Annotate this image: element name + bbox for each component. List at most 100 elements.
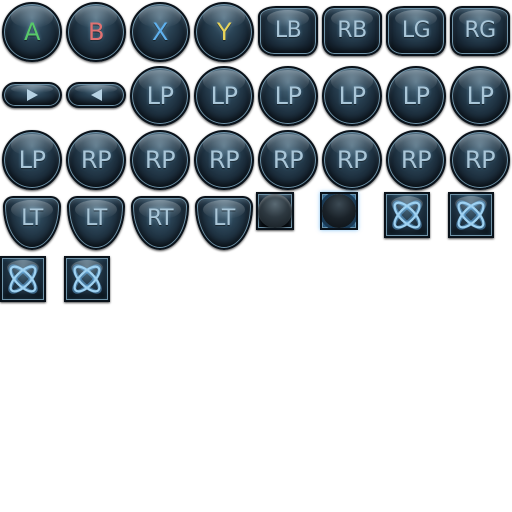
y-button-label: Y xyxy=(216,18,232,46)
guide-atom-icon xyxy=(8,264,38,294)
lb-button-label: LB xyxy=(274,18,302,43)
lt-2-button-label: LT xyxy=(85,206,107,231)
rp-5-button[interactable]: RP xyxy=(322,130,382,190)
rp-4-button[interactable]: RP xyxy=(258,130,318,190)
lg-button-label: LG xyxy=(401,18,431,43)
guide-4-button[interactable] xyxy=(64,256,110,302)
lp-6-button[interactable]: LP xyxy=(450,66,510,126)
sprite-cell-lp-7: LP xyxy=(0,128,64,192)
lp-2-button[interactable]: LP xyxy=(194,66,254,126)
rt-button[interactable]: RT xyxy=(131,196,189,250)
guide-3-button[interactable] xyxy=(0,256,46,302)
rb-button[interactable]: RB xyxy=(322,6,382,56)
rp-6-button-label: RP xyxy=(400,146,432,174)
sprite-cell-stick-ring xyxy=(320,192,384,256)
start-button[interactable] xyxy=(2,82,62,108)
stick-ring-button[interactable] xyxy=(320,192,358,230)
lp-7-button[interactable]: LP xyxy=(2,130,62,190)
rp-7-button[interactable]: RP xyxy=(450,130,510,190)
sprite-cell-guide-1 xyxy=(384,192,448,256)
rp-7-button-label: RP xyxy=(464,146,496,174)
rp-3-button-label: RP xyxy=(208,146,240,174)
lb-button[interactable]: LB xyxy=(258,6,318,56)
guide-atom-icon xyxy=(456,200,486,230)
sprite-cell-guide-2 xyxy=(448,192,512,256)
guide-2-button[interactable] xyxy=(448,192,494,238)
rg-button-label: RG xyxy=(464,18,496,43)
sprite-cell-lb: LB xyxy=(256,0,320,64)
sprite-cell-b: B xyxy=(64,0,128,64)
b-button[interactable]: B xyxy=(66,2,126,62)
sprite-cell-rp-4: RP xyxy=(256,128,320,192)
lt-2-button[interactable]: LT xyxy=(67,196,125,250)
sprite-cell-a: A xyxy=(0,0,64,64)
sprite-cell-guide-3 xyxy=(0,256,64,320)
sprite-cell-lp-4: LP xyxy=(320,64,384,128)
rp-5-button-label: RP xyxy=(336,146,368,174)
guide-1-button[interactable] xyxy=(384,192,430,238)
back-button[interactable] xyxy=(66,82,126,108)
sprite-cell-lp-6: LP xyxy=(448,64,512,128)
lp-4-button-label: LP xyxy=(338,82,366,110)
lp-3-button[interactable]: LP xyxy=(258,66,318,126)
sprite-cell-back xyxy=(64,64,128,128)
a-button-label: A xyxy=(24,18,40,46)
lt-3-button[interactable]: LT xyxy=(195,196,253,250)
sprite-cell-lp-1: LP xyxy=(128,64,192,128)
lg-button[interactable]: LG xyxy=(386,6,446,56)
a-button[interactable]: A xyxy=(2,2,62,62)
sprite-cell-lp-3: LP xyxy=(256,64,320,128)
rp-4-button-label: RP xyxy=(272,146,304,174)
lp-5-button[interactable]: LP xyxy=(386,66,446,126)
sprite-cell-start xyxy=(0,64,64,128)
sprite-cell-lg: LG xyxy=(384,0,448,64)
rp-2-button-label: RP xyxy=(144,146,176,174)
thumbstick-pressed-icon xyxy=(322,194,356,228)
sprite-cell-rp-5: RP xyxy=(320,128,384,192)
lt-3-button-label: LT xyxy=(213,206,235,231)
guide-atom-icon xyxy=(392,200,422,230)
lt-1-button-label: LT xyxy=(21,206,43,231)
guide-atom-icon xyxy=(72,264,102,294)
thumbstick-icon xyxy=(258,194,292,228)
rp-2-button[interactable]: RP xyxy=(130,130,190,190)
sprite-cell-guide-4 xyxy=(64,256,128,320)
lp-1-button[interactable]: LP xyxy=(130,66,190,126)
lt-1-button[interactable]: LT xyxy=(3,196,61,250)
rp-6-button[interactable]: RP xyxy=(386,130,446,190)
lp-1-button-label: LP xyxy=(146,82,174,110)
y-button[interactable]: Y xyxy=(194,2,254,62)
sprite-cell-rp-6: RP xyxy=(384,128,448,192)
sprite-cell-lp-5: LP xyxy=(384,64,448,128)
stick-plain-button[interactable] xyxy=(256,192,294,230)
b-button-label: B xyxy=(88,18,104,46)
sprite-cell-x: X xyxy=(128,0,192,64)
lp-7-button-label: LP xyxy=(18,146,46,174)
rp-1-button[interactable]: RP xyxy=(66,130,126,190)
sprite-cell-rp-3: RP xyxy=(192,128,256,192)
x-button[interactable]: X xyxy=(130,2,190,62)
rp-3-button[interactable]: RP xyxy=(194,130,254,190)
lp-3-button-label: LP xyxy=(274,82,302,110)
button-sprite-sheet: A B X Y LB RB LG RG LP LP LP LP LP LP LP RP RP RP RP RP RP RP… xyxy=(0,0,512,512)
sprite-cell-y: Y xyxy=(192,0,256,64)
sprite-cell-lt-1: LT xyxy=(0,192,64,256)
sprite-cell-lt-2: LT xyxy=(64,192,128,256)
sprite-cell-rp-7: RP xyxy=(448,128,512,192)
sprite-cell-stick-plain xyxy=(256,192,320,256)
play-left-icon xyxy=(90,89,102,101)
lp-5-button-label: LP xyxy=(402,82,430,110)
rg-button[interactable]: RG xyxy=(450,6,510,56)
lp-4-button[interactable]: LP xyxy=(322,66,382,126)
rp-1-button-label: RP xyxy=(80,146,112,174)
rb-button-label: RB xyxy=(337,18,367,43)
sprite-cell-rp-1: RP xyxy=(64,128,128,192)
sprite-cell-rb: RB xyxy=(320,0,384,64)
sprite-cell-lp-2: LP xyxy=(192,64,256,128)
lp-6-button-label: LP xyxy=(466,82,494,110)
x-button-label: X xyxy=(152,18,168,46)
lp-2-button-label: LP xyxy=(210,82,238,110)
sprite-cell-rt: RT xyxy=(128,192,192,256)
sprite-cell-lt-3: LT xyxy=(192,192,256,256)
sprite-cell-rp-2: RP xyxy=(128,128,192,192)
